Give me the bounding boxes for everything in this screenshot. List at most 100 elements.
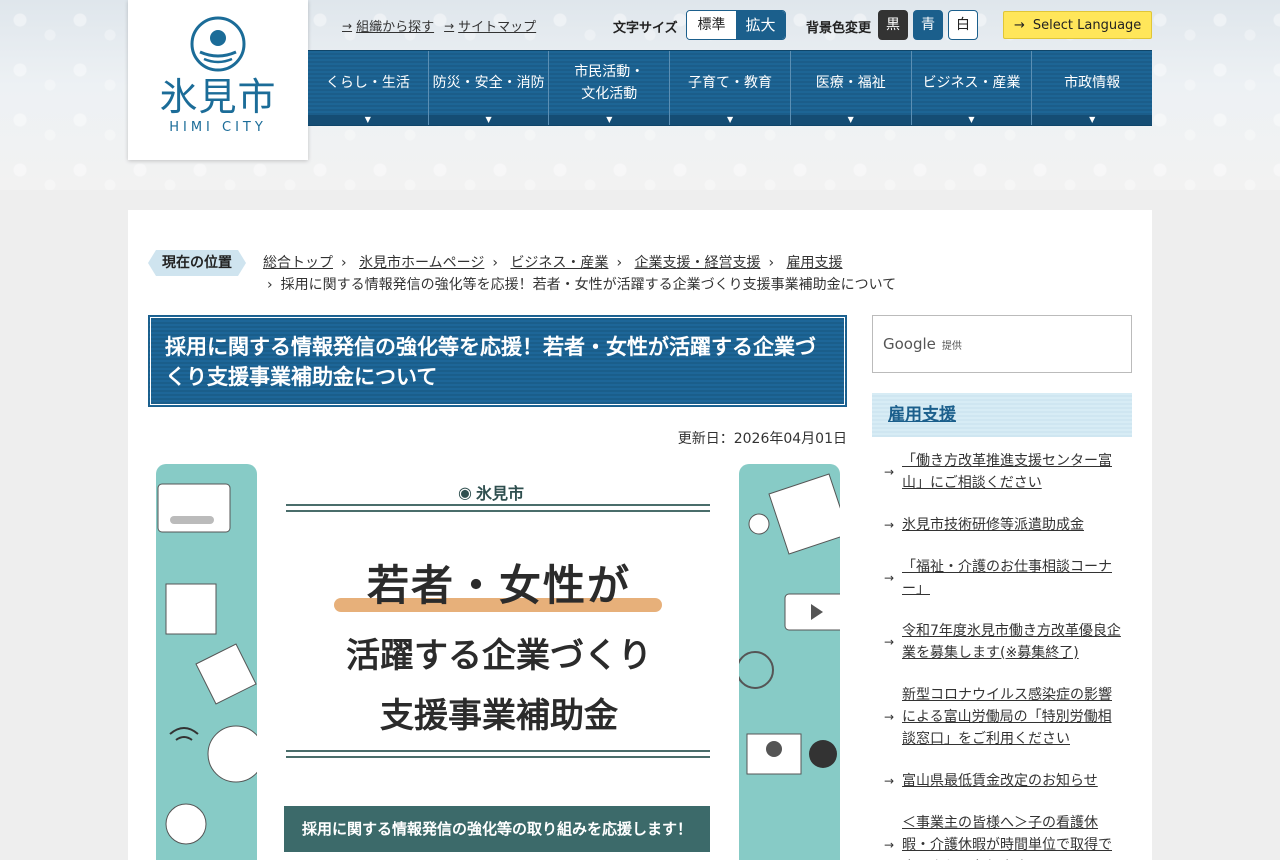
nav-label: くらし・生活	[325, 75, 410, 91]
site-logo[interactable]: 氷見市 HIMI CITY	[128, 0, 308, 160]
banner-strip: 採用に関する情報発信の強化等の取り組みを応援します！	[284, 806, 710, 852]
breadcrumb-link[interactable]: 氷見市ホームページ	[359, 255, 484, 271]
city-emblem-icon: ◉	[458, 482, 472, 502]
global-nav: くらし・生活 ▼ 防災・安全・消防 ▼ 市民活動・ 文化活動 ▼ 子育て・教育 ▼ 医療…	[308, 50, 1153, 126]
banner-divider	[286, 750, 710, 752]
font-size-label: 文字サイズ	[613, 21, 678, 36]
caret-down-icon: ▼	[1032, 115, 1153, 125]
google-search-box[interactable]: Google 提供	[872, 315, 1132, 373]
arrow-right-icon: →	[884, 518, 895, 532]
font-size-large-button[interactable]: 拡大	[736, 11, 785, 39]
caret-down-icon: ▼	[308, 115, 428, 125]
banner-divider	[286, 510, 710, 512]
bg-black-button[interactable]: 黒	[878, 10, 908, 40]
breadcrumb: 総合トップ › 氷見市ホームページ › ビジネス・産業 › 企業支援・経営支援 › 雇用…	[263, 252, 943, 296]
sidebar-list: → 「働き方改革推進支援センター富山」にご相談ください → 氷見市技術研修等派遣助成…	[884, 450, 1134, 860]
font-size-toggle: 標準 拡大	[686, 10, 786, 40]
select-language-button[interactable]: → Select Language	[1003, 11, 1152, 39]
caret-down-icon: ▼	[790, 115, 911, 125]
list-item: → ＜事業主の皆様へ＞子の看護休暇・介護休暇が時間単位で取得できるようになります	[884, 812, 1134, 860]
list-item: → 「福祉・介護のお仕事相談コーナー」	[884, 556, 1134, 600]
sitemap-link[interactable]: → サイトマップ	[444, 16, 537, 36]
city-emblem-icon	[190, 16, 246, 72]
list-item: → 氷見市技術研修等派遣助成金	[884, 514, 1134, 536]
sidebar-link[interactable]: 新型コロナウイルス感染症の影響による富山労働局の「特別労働相談窓口」をご利用くだ…	[902, 684, 1124, 750]
list-item: → 令和7年度氷見市働き方改革優良企業を募集します(※募集終了)	[884, 620, 1134, 664]
nav-item-safety[interactable]: 防災・安全・消防 ▼	[427, 51, 549, 125]
sidebar-link[interactable]: 「福祉・介護のお仕事相談コーナー」	[902, 556, 1124, 600]
list-item: → 新型コロナウイルス感染症の影響による富山労働局の「特別労働相談窓口」をご利用く…	[884, 684, 1134, 750]
sidebar-heading-link[interactable]: 雇用支援	[888, 405, 956, 425]
chevron-right-icon: ›	[267, 277, 273, 293]
chevron-right-icon: ›	[492, 255, 498, 271]
breadcrumb-link[interactable]: ビジネス・産業	[510, 255, 608, 271]
nav-label: 防災・安全・消防	[432, 75, 545, 91]
sidebar-link[interactable]: ＜事業主の皆様へ＞子の看護休暇・介護休暇が時間単位で取得できるようになります	[902, 812, 1124, 860]
remote-work-illustration-icon	[736, 473, 840, 775]
sidebar-link[interactable]: 氷見市技術研修等派遣助成金	[902, 514, 1124, 536]
logo-subtitle: HIMI CITY	[169, 120, 267, 135]
office-illustration-icon	[157, 483, 265, 845]
sitemap-label: サイトマップ	[458, 20, 537, 35]
caret-down-icon: ▼	[670, 115, 790, 125]
bg-white-button[interactable]: 白	[948, 10, 978, 40]
page-title: 採用に関する情報発信の強化等を応援！若者・女性が活躍する企業づくり支援事業補助金…	[148, 315, 847, 407]
nav-item-life[interactable]: くらし・生活 ▼	[308, 51, 428, 125]
sidebar-link[interactable]: 富山県最低賃金改定のお知らせ	[902, 770, 1124, 792]
sidebar-link[interactable]: 令和7年度氷見市働き方改革優良企業を募集します(※募集終了)	[902, 620, 1124, 664]
arrow-right-icon: →	[884, 774, 895, 788]
banner-headline-3: 支援事業補助金	[380, 696, 618, 736]
caret-down-icon: ▼	[549, 115, 670, 125]
logo-name: 氷見市	[159, 75, 277, 119]
org-search-link[interactable]: → 組織から探す	[342, 16, 435, 36]
sidebar-heading: 雇用支援	[872, 393, 1132, 437]
banner-panel-left	[156, 464, 265, 860]
chevron-right-icon: ›	[616, 255, 623, 271]
sidebar-link[interactable]: 「働き方改革推進支援センター富山」にご相談ください	[902, 450, 1124, 494]
bg-color-label: 背景色変更	[806, 21, 872, 36]
arrow-right-icon: →	[884, 710, 895, 724]
updated-date: 更新日：2026年04月01日	[677, 431, 847, 447]
nav-item-civic[interactable]: 市民活動・ 文化活動 ▼	[548, 51, 670, 125]
nav-label: 子育て・教育	[688, 75, 773, 91]
nav-item-administration[interactable]: 市政情報 ▼	[1031, 51, 1153, 125]
breadcrumb-current: › 採用に関する情報発信の強化等を応援！若者・女性が活躍する企業づくり支援事業補助…	[263, 274, 943, 296]
org-search-label: 組織から探す	[356, 20, 435, 35]
nav-item-welfare[interactable]: 医療・福祉 ▼	[789, 51, 911, 125]
main-content: 現在の位置 総合トップ › 氷見市ホームページ › ビジネス・産業 › 企業支援・経営…	[128, 210, 1152, 860]
breadcrumb-link[interactable]: 総合トップ	[263, 255, 333, 271]
arrow-right-icon: →	[884, 838, 895, 852]
arrow-right-icon: →	[884, 635, 895, 649]
caret-down-icon: ▼	[428, 115, 549, 125]
list-item: → 富山県最低賃金改定のお知らせ	[884, 770, 1134, 792]
bg-blue-button[interactable]: 青	[913, 10, 943, 40]
banner-headline: 若者・女性が	[366, 561, 631, 610]
provided-label: 提供	[941, 340, 962, 352]
chevron-right-icon: ›	[768, 255, 775, 271]
select-language-label: Select Language	[1032, 17, 1142, 33]
caret-down-icon: ▼	[911, 115, 1032, 125]
breadcrumb-link[interactable]: 雇用支援	[787, 255, 843, 271]
arrow-right-icon: →	[884, 465, 895, 479]
breadcrumb-link[interactable]: 企業支援・経営支援	[635, 255, 761, 271]
arrow-right-icon: →	[884, 571, 895, 585]
banner-headline-2: 活躍する企業づくり	[346, 636, 652, 676]
banner-logo-text: 氷見市	[475, 484, 524, 503]
breadcrumb-current-label: 採用に関する情報発信の強化等を応援！若者・女性が活躍する企業づくり支援事業補助金…	[280, 277, 897, 293]
arrow-right-icon: →	[342, 18, 353, 33]
nav-label: 市政情報	[1064, 75, 1121, 91]
nav-item-business[interactable]: ビジネス・産業 ▼	[910, 51, 1032, 125]
arrow-right-icon: →	[1014, 17, 1025, 33]
google-label: Google	[883, 335, 936, 353]
banner-logo: ◉ 氷見市	[458, 480, 524, 504]
nav-label: 市民活動・ 文化活動	[574, 64, 645, 102]
font-size-standard-button[interactable]: 標準	[687, 11, 736, 39]
list-item: → 「働き方改革推進支援センター富山」にご相談ください	[884, 450, 1134, 494]
banner-divider	[286, 756, 710, 758]
subsidy-banner-image: ◉ 氷見市 若者・女性が 活躍する企業づくり 支援事業補助金 採用に関する情報発…	[156, 460, 840, 860]
banner-panel-right	[736, 464, 840, 860]
breadcrumb-tag: 現在の位置	[148, 250, 246, 276]
arrow-right-icon: →	[444, 18, 455, 33]
banner-divider	[286, 504, 710, 506]
nav-item-education[interactable]: 子育て・教育 ▼	[669, 51, 790, 125]
